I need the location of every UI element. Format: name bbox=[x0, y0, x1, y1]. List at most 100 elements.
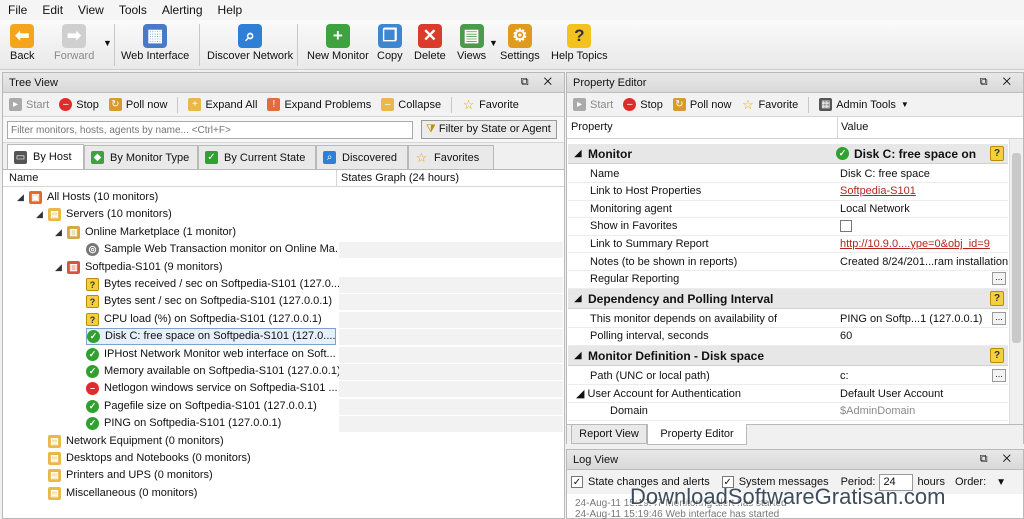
tree-row[interactable]: ▤ Servers (10 monitors) bbox=[48, 206, 172, 223]
tree-row[interactable]: ✓ Disk C: free space on Softpedia-S101 (1… bbox=[86, 328, 336, 346]
expand-arrow-icon[interactable]: ◢ bbox=[17, 192, 24, 203]
property-category[interactable]: ◢ Monitor ✓ Disk C: free space on? bbox=[568, 144, 1008, 164]
property-scrollbar[interactable] bbox=[1009, 139, 1023, 425]
property-category[interactable]: ◢ Monitor Definition - Disk space? bbox=[568, 346, 1008, 367]
start-button[interactable]: ▸ Start bbox=[9, 98, 49, 111]
settings-button[interactable]: ⚙ Settings bbox=[500, 24, 540, 62]
show-in-favorites-checkbox[interactable] bbox=[840, 220, 852, 233]
property-row[interactable]: Polling interval, seconds 60 bbox=[568, 328, 1008, 346]
expand-all-button[interactable]: + Expand All bbox=[188, 98, 257, 111]
stop-button[interactable]: – Stop bbox=[623, 98, 663, 111]
collapse-arrow-icon[interactable]: ◢ bbox=[568, 350, 588, 361]
forward-dropdown-icon[interactable]: ▼ bbox=[103, 38, 112, 48]
panel-controls[interactable]: ⧉ ✕ bbox=[980, 76, 1017, 89]
order-dropdown-icon[interactable]: ▼ bbox=[996, 477, 1006, 488]
property-row[interactable]: ◢ User Account for Authentication Default… bbox=[568, 385, 1008, 403]
views-button[interactable]: ▤ Views bbox=[457, 24, 486, 62]
tree-row[interactable]: ▥ Online Marketplace (1 monitor) bbox=[67, 224, 236, 241]
property-value[interactable]: http://10.9.0....ype=0&obj_id=9 bbox=[838, 235, 1008, 253]
property-value[interactable] bbox=[838, 217, 1008, 235]
menu-tools[interactable]: Tools bbox=[119, 3, 147, 17]
tree-row[interactable]: – Netlogon windows service on Softpedia-S… bbox=[86, 380, 338, 397]
tree-row[interactable]: ▤ Miscellaneous (0 monitors) bbox=[48, 485, 197, 502]
poll-now-button[interactable]: ↻ Poll now bbox=[108, 98, 167, 111]
copy-button[interactable]: ❐ Copy bbox=[377, 24, 403, 62]
property-value[interactable]: Created 8/24/201...ram installation bbox=[838, 253, 1008, 271]
tree-row[interactable]: ✓ Pagefile size on Softpedia-S101 (127.0.… bbox=[86, 398, 317, 415]
ellipsis-button[interactable]: ... bbox=[992, 368, 1006, 382]
property-category[interactable]: ◢ Dependency and Polling Interval? bbox=[568, 289, 1008, 310]
tree-row[interactable]: ▥ Softpedia-S101 (9 monitors) bbox=[67, 259, 223, 276]
property-row[interactable]: Regular Reporting... bbox=[568, 271, 1008, 289]
property-row[interactable]: This monitor depends on availability of P… bbox=[568, 310, 1008, 329]
help-icon[interactable]: ? bbox=[990, 146, 1004, 161]
expand-arrow-icon[interactable]: ◢ bbox=[55, 262, 62, 273]
collapse-arrow-icon[interactable]: ◢ bbox=[568, 293, 588, 304]
favorite-button[interactable]: ☆ Favorite bbox=[462, 98, 519, 111]
property-row[interactable]: Domain $AdminDomain bbox=[568, 403, 1008, 421]
tab-by-monitor-type[interactable]: ◆ By Monitor Type bbox=[84, 145, 198, 169]
help-icon[interactable]: ? bbox=[990, 348, 1004, 364]
filter-input[interactable] bbox=[7, 121, 413, 139]
expand-problems-button[interactable]: ! Expand Problems bbox=[267, 98, 371, 111]
tab-report-view[interactable]: Report View bbox=[571, 425, 647, 444]
property-row[interactable]: Monitoring agent Local Network bbox=[568, 200, 1008, 219]
menu-view[interactable]: View bbox=[78, 3, 104, 17]
tab-favorites[interactable]: ☆ Favorites bbox=[408, 145, 494, 169]
menu-file[interactable]: File bbox=[8, 3, 27, 17]
property-value[interactable]: ... bbox=[838, 270, 1008, 288]
ellipsis-button[interactable]: ... bbox=[992, 272, 1006, 286]
tree-row[interactable]: ▣ All Hosts (10 monitors) bbox=[29, 189, 158, 206]
state-changes-checkbox[interactable]: ✓ bbox=[571, 476, 583, 488]
favorite-button[interactable]: ☆ Favorite bbox=[741, 98, 798, 111]
property-row[interactable]: Link to Summary Report http://10.9.0....y… bbox=[568, 235, 1008, 254]
column-name[interactable]: Name bbox=[9, 172, 38, 184]
tree-row[interactable]: ▤ Printers and UPS (0 monitors) bbox=[48, 467, 213, 484]
property-value[interactable]: Disk C: free space bbox=[838, 165, 1008, 183]
collapse-button[interactable]: – Collapse bbox=[381, 98, 441, 111]
property-row[interactable]: Name Disk C: free space bbox=[568, 165, 1008, 183]
tree-row[interactable]: ✓ IPHost Network Monitor web interface on… bbox=[86, 346, 336, 363]
property-row[interactable]: Link to Host Properties Softpedia-S101 bbox=[568, 183, 1008, 201]
poll-now-button[interactable]: ↻ Poll now bbox=[672, 98, 731, 111]
tree-row[interactable]: ✓ Memory available on Softpedia-S101 (127… bbox=[86, 363, 341, 380]
property-value[interactable]: c:... bbox=[838, 367, 1008, 385]
discover-network-button[interactable]: ⌕ Discover Network bbox=[207, 24, 293, 62]
forward-button[interactable]: ➡ Forward bbox=[54, 24, 94, 62]
expand-arrow-icon[interactable]: ◢ bbox=[55, 227, 62, 238]
property-row[interactable]: Show in Favorites bbox=[568, 218, 1008, 236]
tree-row[interactable]: ▤ Network Equipment (0 monitors) bbox=[48, 433, 224, 450]
property-row[interactable]: Notes (to be shown in reports) Created 8/… bbox=[568, 253, 1008, 271]
property-value[interactable]: PING on Softp...1 (127.0.0.1)... bbox=[838, 310, 1008, 328]
tab-by-host[interactable]: ▭ By Host bbox=[7, 144, 84, 169]
menu-alerting[interactable]: Alerting bbox=[162, 3, 203, 17]
tree-row[interactable]: ◎ Sample Web Transaction monitor on Onlin… bbox=[86, 241, 344, 258]
collapse-arrow-icon[interactable]: ◢ bbox=[568, 148, 588, 159]
tab-by-current-state[interactable]: ✓ By Current State bbox=[198, 145, 316, 169]
expand-arrow-icon[interactable]: ◢ bbox=[36, 209, 43, 220]
back-button[interactable]: ⬅ Back bbox=[10, 24, 34, 62]
tab-discovered[interactable]: ⌕ Discovered bbox=[316, 145, 408, 169]
menu-edit[interactable]: Edit bbox=[42, 3, 63, 17]
tree-row[interactable]: ✓ PING on Softpedia-S101 (127.0.0.1) bbox=[86, 415, 281, 432]
views-dropdown-icon[interactable]: ▼ bbox=[489, 38, 498, 48]
new-monitor-button[interactable]: + New Monitor bbox=[307, 24, 369, 62]
property-value[interactable]: $AdminDomain bbox=[838, 402, 1008, 420]
tree-row[interactable]: ? Bytes sent / sec on Softpedia-S101 (127… bbox=[86, 293, 332, 310]
delete-button[interactable]: ✕ Delete bbox=[414, 24, 446, 62]
tab-property-editor[interactable]: Property Editor bbox=[647, 424, 747, 445]
help-topics-button[interactable]: ? Help Topics bbox=[551, 24, 608, 62]
tree-row[interactable]: ? CPU load (%) on Softpedia-S101 (127.0.0… bbox=[86, 311, 322, 328]
column-states-graph[interactable]: States Graph (24 hours) bbox=[341, 172, 459, 184]
property-row[interactable]: Path (UNC or local path) c:... bbox=[568, 367, 1008, 386]
scrollbar-thumb[interactable] bbox=[1012, 153, 1021, 343]
web-interface-button[interactable]: ▦ Web Interface bbox=[121, 24, 189, 62]
property-value[interactable]: Softpedia-S101 bbox=[838, 182, 1008, 200]
tree-row[interactable]: ▤ Desktops and Notebooks (0 monitors) bbox=[48, 450, 251, 467]
property-value[interactable]: Default User Account bbox=[838, 385, 1008, 403]
menu-help[interactable]: Help bbox=[218, 3, 243, 17]
ellipsis-button[interactable]: ... bbox=[992, 311, 1006, 325]
filter-by-state-button[interactable]: ⧩ Filter by State or Agent bbox=[421, 120, 557, 139]
help-icon[interactable]: ? bbox=[990, 291, 1004, 307]
admin-tools-button[interactable]: ▦ Admin Tools ▼ bbox=[819, 98, 909, 111]
